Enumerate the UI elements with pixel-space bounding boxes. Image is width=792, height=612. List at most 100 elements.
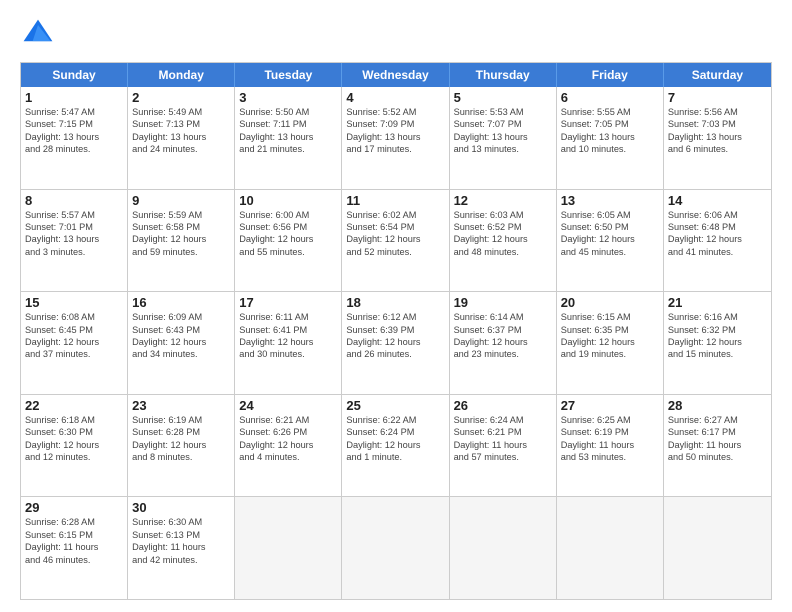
cell-info-line: Sunset: 6:19 PM xyxy=(561,426,659,438)
cell-info-line: Sunset: 6:24 PM xyxy=(346,426,444,438)
day-cell-14: 14Sunrise: 6:06 AMSunset: 6:48 PMDayligh… xyxy=(664,190,771,292)
day-number: 15 xyxy=(25,295,123,310)
day-cell-23: 23Sunrise: 6:19 AMSunset: 6:28 PMDayligh… xyxy=(128,395,235,497)
cell-info-line: Daylight: 12 hours xyxy=(25,439,123,451)
cell-info-line: and 52 minutes. xyxy=(346,246,444,258)
cell-info-line: Daylight: 12 hours xyxy=(561,233,659,245)
header-cell-wednesday: Wednesday xyxy=(342,63,449,87)
day-cell-8: 8Sunrise: 5:57 AMSunset: 7:01 PMDaylight… xyxy=(21,190,128,292)
cell-info-line: and 46 minutes. xyxy=(25,554,123,566)
calendar-row: 22Sunrise: 6:18 AMSunset: 6:30 PMDayligh… xyxy=(21,394,771,497)
day-cell-6: 6Sunrise: 5:55 AMSunset: 7:05 PMDaylight… xyxy=(557,87,664,189)
header-cell-tuesday: Tuesday xyxy=(235,63,342,87)
cell-info-line: Sunset: 7:11 PM xyxy=(239,118,337,130)
cell-info-line: Daylight: 11 hours xyxy=(25,541,123,553)
day-number: 3 xyxy=(239,90,337,105)
cell-info-line: Sunrise: 5:49 AM xyxy=(132,106,230,118)
day-cell-15: 15Sunrise: 6:08 AMSunset: 6:45 PMDayligh… xyxy=(21,292,128,394)
cell-info-line: Daylight: 11 hours xyxy=(454,439,552,451)
day-number: 29 xyxy=(25,500,123,515)
cell-info-line: Daylight: 13 hours xyxy=(668,131,767,143)
day-cell-25: 25Sunrise: 6:22 AMSunset: 6:24 PMDayligh… xyxy=(342,395,449,497)
day-number: 18 xyxy=(346,295,444,310)
day-cell-18: 18Sunrise: 6:12 AMSunset: 6:39 PMDayligh… xyxy=(342,292,449,394)
cell-info-line: Sunset: 6:56 PM xyxy=(239,221,337,233)
cell-info-line: Sunrise: 6:19 AM xyxy=(132,414,230,426)
cell-info-line: Sunset: 6:28 PM xyxy=(132,426,230,438)
cell-info-line: and 48 minutes. xyxy=(454,246,552,258)
cell-info-line: Sunset: 6:39 PM xyxy=(346,324,444,336)
cell-info-line: Daylight: 12 hours xyxy=(239,336,337,348)
cell-info-line: and 15 minutes. xyxy=(668,348,767,360)
cell-info-line: Sunrise: 6:24 AM xyxy=(454,414,552,426)
cell-info-line: and 4 minutes. xyxy=(239,451,337,463)
cell-info-line: Daylight: 13 hours xyxy=(346,131,444,143)
calendar-row: 15Sunrise: 6:08 AMSunset: 6:45 PMDayligh… xyxy=(21,291,771,394)
cell-info-line: Sunset: 7:03 PM xyxy=(668,118,767,130)
empty-cell xyxy=(235,497,342,599)
day-number: 14 xyxy=(668,193,767,208)
cell-info-line: Sunrise: 5:57 AM xyxy=(25,209,123,221)
empty-cell xyxy=(557,497,664,599)
cell-info-line: Sunset: 6:21 PM xyxy=(454,426,552,438)
cell-info-line: Sunrise: 5:52 AM xyxy=(346,106,444,118)
cell-info-line: Sunset: 6:35 PM xyxy=(561,324,659,336)
calendar-row: 29Sunrise: 6:28 AMSunset: 6:15 PMDayligh… xyxy=(21,496,771,599)
cell-info-line: Daylight: 13 hours xyxy=(561,131,659,143)
cell-info-line: Daylight: 13 hours xyxy=(25,233,123,245)
day-number: 6 xyxy=(561,90,659,105)
cell-info-line: Daylight: 13 hours xyxy=(454,131,552,143)
cell-info-line: Sunset: 6:45 PM xyxy=(25,324,123,336)
cell-info-line: Daylight: 12 hours xyxy=(561,336,659,348)
cell-info-line: Daylight: 12 hours xyxy=(346,233,444,245)
cell-info-line: and 21 minutes. xyxy=(239,143,337,155)
cell-info-line: Sunrise: 6:22 AM xyxy=(346,414,444,426)
cell-info-line: Daylight: 12 hours xyxy=(668,233,767,245)
cell-info-line: and 3 minutes. xyxy=(25,246,123,258)
cell-info-line: Sunrise: 5:56 AM xyxy=(668,106,767,118)
day-cell-19: 19Sunrise: 6:14 AMSunset: 6:37 PMDayligh… xyxy=(450,292,557,394)
day-number: 10 xyxy=(239,193,337,208)
cell-info-line: Sunset: 6:30 PM xyxy=(25,426,123,438)
day-cell-10: 10Sunrise: 6:00 AMSunset: 6:56 PMDayligh… xyxy=(235,190,342,292)
day-number: 25 xyxy=(346,398,444,413)
cell-info-line: Sunrise: 6:21 AM xyxy=(239,414,337,426)
day-cell-5: 5Sunrise: 5:53 AMSunset: 7:07 PMDaylight… xyxy=(450,87,557,189)
cell-info-line: Sunset: 6:58 PM xyxy=(132,221,230,233)
day-cell-2: 2Sunrise: 5:49 AMSunset: 7:13 PMDaylight… xyxy=(128,87,235,189)
cell-info-line: Sunrise: 6:30 AM xyxy=(132,516,230,528)
cell-info-line: Daylight: 12 hours xyxy=(239,439,337,451)
cell-info-line: Sunrise: 5:50 AM xyxy=(239,106,337,118)
cell-info-line: Sunset: 6:13 PM xyxy=(132,529,230,541)
cell-info-line: Sunrise: 6:27 AM xyxy=(668,414,767,426)
cell-info-line: Sunrise: 6:12 AM xyxy=(346,311,444,323)
day-number: 12 xyxy=(454,193,552,208)
cell-info-line: Sunrise: 6:18 AM xyxy=(25,414,123,426)
logo xyxy=(20,16,62,52)
day-cell-17: 17Sunrise: 6:11 AMSunset: 6:41 PMDayligh… xyxy=(235,292,342,394)
day-number: 20 xyxy=(561,295,659,310)
day-cell-21: 21Sunrise: 6:16 AMSunset: 6:32 PMDayligh… xyxy=(664,292,771,394)
header-cell-thursday: Thursday xyxy=(450,63,557,87)
cell-info-line: Sunrise: 6:25 AM xyxy=(561,414,659,426)
day-cell-11: 11Sunrise: 6:02 AMSunset: 6:54 PMDayligh… xyxy=(342,190,449,292)
cell-info-line: and 19 minutes. xyxy=(561,348,659,360)
cell-info-line: Sunset: 6:37 PM xyxy=(454,324,552,336)
cell-info-line: and 28 minutes. xyxy=(25,143,123,155)
cell-info-line: Sunrise: 5:47 AM xyxy=(25,106,123,118)
day-number: 27 xyxy=(561,398,659,413)
cell-info-line: Daylight: 12 hours xyxy=(346,336,444,348)
cell-info-line: Daylight: 11 hours xyxy=(668,439,767,451)
calendar-row: 8Sunrise: 5:57 AMSunset: 7:01 PMDaylight… xyxy=(21,189,771,292)
cell-info-line: and 57 minutes. xyxy=(454,451,552,463)
cell-info-line: Sunset: 7:05 PM xyxy=(561,118,659,130)
cell-info-line: Sunset: 7:07 PM xyxy=(454,118,552,130)
day-number: 1 xyxy=(25,90,123,105)
cell-info-line: Sunset: 7:09 PM xyxy=(346,118,444,130)
cell-info-line: Sunset: 6:43 PM xyxy=(132,324,230,336)
cell-info-line: Daylight: 13 hours xyxy=(132,131,230,143)
cell-info-line: and 8 minutes. xyxy=(132,451,230,463)
cell-info-line: and 10 minutes. xyxy=(561,143,659,155)
cell-info-line: Sunrise: 6:00 AM xyxy=(239,209,337,221)
cell-info-line: Sunrise: 6:02 AM xyxy=(346,209,444,221)
